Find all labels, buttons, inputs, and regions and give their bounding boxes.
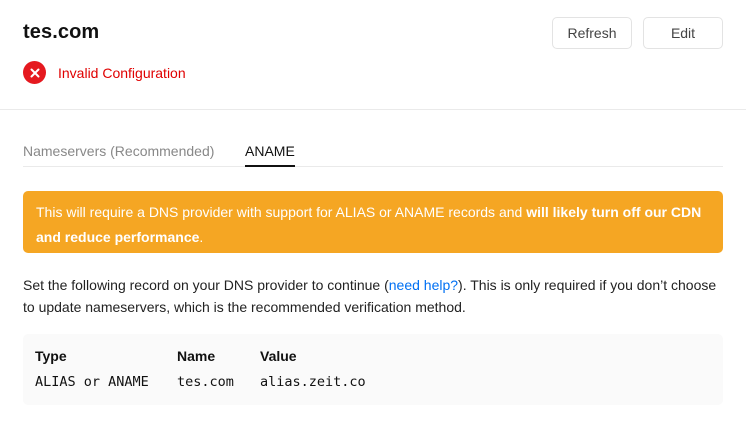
config-status: Invalid Configuration (23, 61, 186, 84)
instructions-text: Set the following record on your DNS pro… (23, 274, 723, 318)
refresh-button[interactable]: Refresh (552, 17, 632, 49)
record-value: alias.zeit.co (260, 374, 366, 390)
record-name: tes.com (177, 374, 234, 390)
tab-aname[interactable]: ANAME (245, 143, 295, 167)
domain-header: tes.com Invalid Configuration Refresh Ed… (0, 0, 746, 110)
edit-button[interactable]: Edit (643, 17, 723, 49)
header-type: Type (35, 348, 67, 364)
header-value: Value (260, 348, 297, 364)
domain-title: tes.com (23, 21, 100, 43)
record-type: ALIAS or ANAME (35, 374, 149, 390)
warning-banner: This will require a DNS provider with su… (23, 191, 723, 253)
warning-text: This will require a DNS provider with su… (36, 204, 527, 220)
warning-end: . (199, 229, 204, 245)
tab-nameservers[interactable]: Nameservers (Recommended) (23, 143, 214, 167)
instructions-before: Set the following record on your DNS pro… (23, 277, 389, 293)
tab-bar: Nameservers (Recommended) ANAME (23, 140, 723, 167)
status-text: Invalid Configuration (58, 64, 186, 81)
error-x-icon (23, 61, 46, 84)
dns-record-box: Type Name Value ALIAS or ANAME tes.com a… (23, 334, 723, 405)
header-name: Name (177, 348, 216, 364)
help-link[interactable]: need help? (389, 277, 458, 293)
